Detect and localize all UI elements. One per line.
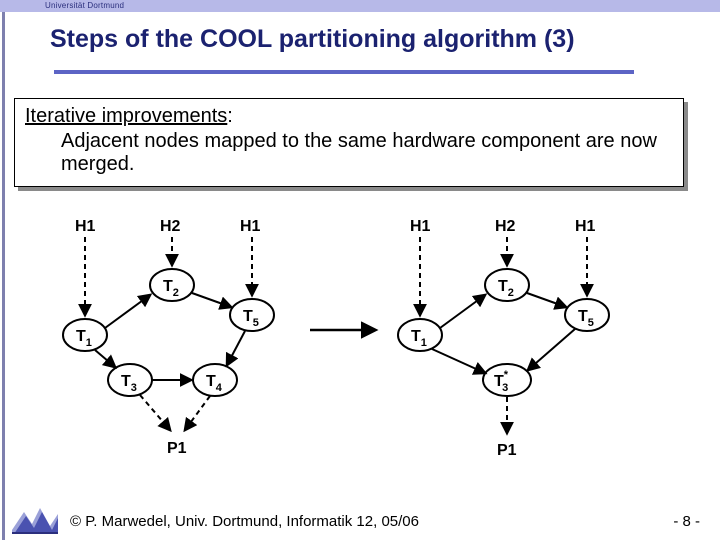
left-dash-t3-p1 [140, 395, 170, 430]
title-underline [54, 70, 634, 74]
textbox-heading: Iterative improvements: [25, 105, 673, 128]
left-accent-line [2, 0, 5, 540]
left-hw3-label: H1 [240, 218, 261, 235]
textbox-body: Adjacent nodes mapped to the same hardwa… [61, 130, 673, 176]
right-hw3-label: H1 [575, 218, 596, 235]
right-hw2-label: H2 [495, 218, 516, 235]
left-edge-t2-t5 [192, 293, 231, 307]
right-graph-group: H1 H2 H1 T2 T1 T5 T*3 [398, 218, 609, 459]
textbox-colon: : [227, 105, 233, 127]
left-hw2-label: H2 [160, 218, 181, 235]
left-proc-label: P1 [167, 440, 187, 457]
right-edge-t1-t2 [440, 295, 485, 328]
logo-icon [12, 504, 58, 534]
left-edge-t5-t4 [227, 331, 245, 365]
graph-diagram: H1 H2 H1 T2 T1 T5 T3 T4 [55, 215, 655, 475]
slide: Universität Dortmund Steps of the COOL p… [0, 0, 720, 540]
left-edge-t1-t3 [95, 350, 115, 367]
page-number: - 8 - [673, 513, 700, 530]
right-hw1-label: H1 [410, 218, 431, 235]
textbox-heading-underlined: Iterative improvements [25, 105, 227, 127]
right-edge-t5-t3star [528, 329, 575, 370]
right-proc-label: P1 [497, 442, 517, 459]
footer-author: © P. Marwedel, Univ. Dortmund, Informati… [70, 513, 419, 530]
content-textbox: Iterative improvements: Adjacent nodes m… [14, 98, 684, 187]
slide-title: Steps of the COOL partitioning algorithm… [50, 25, 700, 54]
left-hw1-label: H1 [75, 218, 96, 235]
left-dash-t4-p1 [185, 396, 210, 430]
right-edge-t2-t5 [527, 293, 566, 307]
right-edge-t1-t3star [432, 349, 485, 373]
left-edge-t1-t2 [105, 295, 150, 328]
university-label: Universität Dortmund [45, 0, 124, 12]
